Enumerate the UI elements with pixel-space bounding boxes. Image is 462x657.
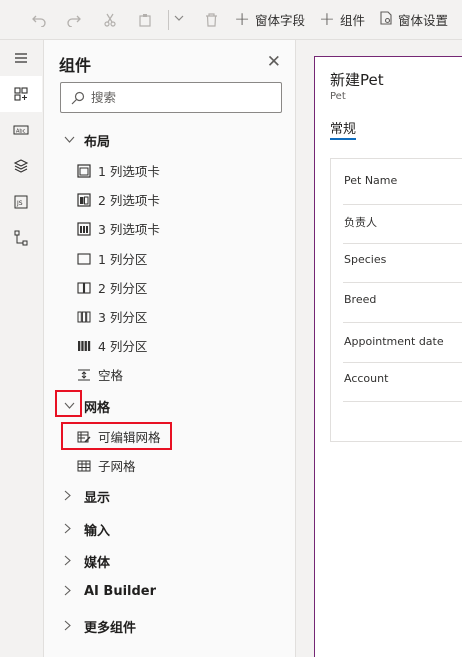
component-label: 3 列分区 bbox=[98, 310, 148, 325]
divider bbox=[343, 204, 462, 205]
form-field[interactable]: Species bbox=[344, 253, 386, 266]
search-box[interactable] bbox=[60, 82, 282, 113]
form-settings-label: 窗体设置 bbox=[397, 13, 448, 28]
undo-icon[interactable] bbox=[26, 7, 51, 33]
form-preview[interactable]: 新建Pet Pet 常规 Pet Name 负责人 Species Breed … bbox=[314, 56, 462, 657]
form-designer: + 窗体字段 + 组件 窗体设置 Abc JS 组件 ✕ 搜索 布局 1 列选项… bbox=[0, 0, 462, 657]
group-label: AI Builder bbox=[84, 584, 157, 599]
panel-title: 组件 bbox=[59, 56, 92, 75]
component-2-column-tab[interactable]: 2 列选项卡 bbox=[77, 190, 160, 209]
component-label: 3 列选项卡 bbox=[98, 222, 160, 237]
form-field[interactable]: Breed bbox=[344, 293, 376, 306]
component-4-column-section[interactable]: 4 列分区 bbox=[77, 336, 147, 355]
group-label: 网格 bbox=[84, 401, 111, 416]
group-label: 布局 bbox=[84, 135, 111, 150]
svg-text:JS: JS bbox=[16, 200, 23, 207]
text-field-icon[interactable]: Abc bbox=[0, 112, 42, 148]
chevron-down-icon[interactable] bbox=[173, 12, 185, 28]
three-column-tab-icon bbox=[77, 221, 91, 236]
toolbar-divider bbox=[167, 9, 169, 30]
chevron-right-icon bbox=[64, 555, 76, 569]
component-subgrid[interactable]: 子网格 bbox=[77, 456, 136, 475]
group-media[interactable]: 媒体 bbox=[64, 552, 110, 571]
layers-icon[interactable] bbox=[0, 148, 42, 184]
components-panel: 组件 ✕ 布局 1 列选项卡 2 列选项卡 3 列选项卡 1 列分区 bbox=[44, 40, 296, 657]
group-more-components[interactable]: 更多组件 bbox=[64, 617, 136, 636]
form-entity: Pet bbox=[330, 91, 346, 102]
group-ai-builder[interactable]: AI Builder bbox=[64, 584, 156, 599]
menu-icon[interactable] bbox=[0, 40, 42, 76]
four-column-section-icon bbox=[78, 340, 91, 351]
form-field[interactable]: Pet Name bbox=[344, 174, 397, 187]
add-form-field-label: 窗体字段 bbox=[255, 13, 306, 28]
form-field[interactable]: 负责人 bbox=[344, 214, 377, 230]
component-label: 子网格 bbox=[98, 459, 136, 474]
cut-icon[interactable] bbox=[97, 7, 122, 33]
tree-view-icon[interactable] bbox=[0, 220, 42, 256]
component-label: 4 列分区 bbox=[98, 339, 148, 354]
group-label: 媒体 bbox=[84, 556, 111, 571]
form-field[interactable]: Account bbox=[344, 372, 388, 385]
group-label: 输入 bbox=[84, 524, 111, 539]
two-column-tab-icon bbox=[77, 192, 91, 207]
chevron-right-icon bbox=[64, 620, 76, 634]
divider bbox=[343, 243, 462, 244]
three-column-section-icon bbox=[77, 311, 91, 322]
chevron-down-icon bbox=[64, 134, 76, 147]
component-label: 2 列分区 bbox=[98, 281, 148, 296]
form-settings-button[interactable]: 窗体设置 bbox=[379, 10, 448, 29]
add-component-label: 组件 bbox=[339, 13, 365, 28]
divider bbox=[343, 282, 462, 283]
delete-icon[interactable] bbox=[199, 7, 224, 33]
svg-text:Abc: Abc bbox=[16, 129, 26, 135]
component-2-column-section[interactable]: 2 列分区 bbox=[77, 278, 147, 297]
command-bar: + 窗体字段 + 组件 窗体设置 bbox=[0, 0, 462, 40]
left-rail: Abc JS bbox=[0, 40, 44, 657]
component-3-column-tab[interactable]: 3 列选项卡 bbox=[77, 219, 160, 238]
add-component-button[interactable]: + 组件 bbox=[319, 10, 365, 29]
divider bbox=[343, 362, 462, 363]
form-field[interactable]: Appointment date bbox=[344, 335, 444, 348]
divider bbox=[343, 401, 462, 402]
component-spacer[interactable]: 空格 bbox=[77, 365, 123, 384]
highlight-editable-grid bbox=[61, 422, 172, 450]
component-1-column-section[interactable]: 1 列分区 bbox=[77, 249, 147, 268]
component-label: 2 列选项卡 bbox=[98, 193, 160, 208]
search-icon bbox=[71, 91, 85, 104]
search-input[interactable] bbox=[91, 90, 271, 105]
group-input[interactable]: 输入 bbox=[64, 520, 110, 539]
close-icon[interactable]: ✕ bbox=[267, 52, 281, 72]
component-label: 1 列选项卡 bbox=[98, 164, 160, 179]
chevron-right-icon bbox=[64, 523, 76, 537]
group-label: 更多组件 bbox=[84, 621, 137, 636]
chevron-right-icon bbox=[64, 585, 76, 599]
paste-icon[interactable] bbox=[132, 7, 157, 33]
component-1-column-tab[interactable]: 1 列选项卡 bbox=[77, 161, 160, 180]
one-column-section-icon bbox=[77, 252, 91, 265]
group-display[interactable]: 显示 bbox=[64, 487, 110, 506]
chevron-right-icon bbox=[64, 490, 76, 504]
js-icon[interactable]: JS bbox=[0, 184, 42, 220]
plus-icon: + bbox=[319, 8, 335, 30]
component-3-column-section[interactable]: 3 列分区 bbox=[77, 307, 147, 326]
add-form-field-button[interactable]: + 窗体字段 bbox=[234, 10, 305, 29]
one-column-tab-icon bbox=[77, 163, 91, 178]
components-icon[interactable] bbox=[0, 76, 42, 112]
component-label: 1 列分区 bbox=[98, 252, 148, 267]
subgrid-icon bbox=[77, 460, 91, 471]
group-label: 显示 bbox=[84, 491, 111, 506]
tab-general[interactable]: 常规 bbox=[330, 118, 356, 137]
group-layout[interactable]: 布局 bbox=[64, 131, 110, 150]
two-column-section-icon bbox=[77, 281, 91, 294]
form-canvas: 新建Pet Pet 常规 Pet Name 负责人 Species Breed … bbox=[296, 40, 462, 657]
divider bbox=[343, 322, 462, 323]
spacer-icon bbox=[78, 369, 90, 380]
component-label: 空格 bbox=[98, 368, 124, 383]
tab-selected-indicator bbox=[330, 138, 356, 140]
highlight-grid-chevron bbox=[55, 390, 82, 417]
redo-icon[interactable] bbox=[61, 7, 86, 33]
form-title: 新建Pet bbox=[330, 71, 384, 89]
form-settings-icon bbox=[379, 11, 393, 28]
plus-icon: + bbox=[234, 8, 251, 30]
